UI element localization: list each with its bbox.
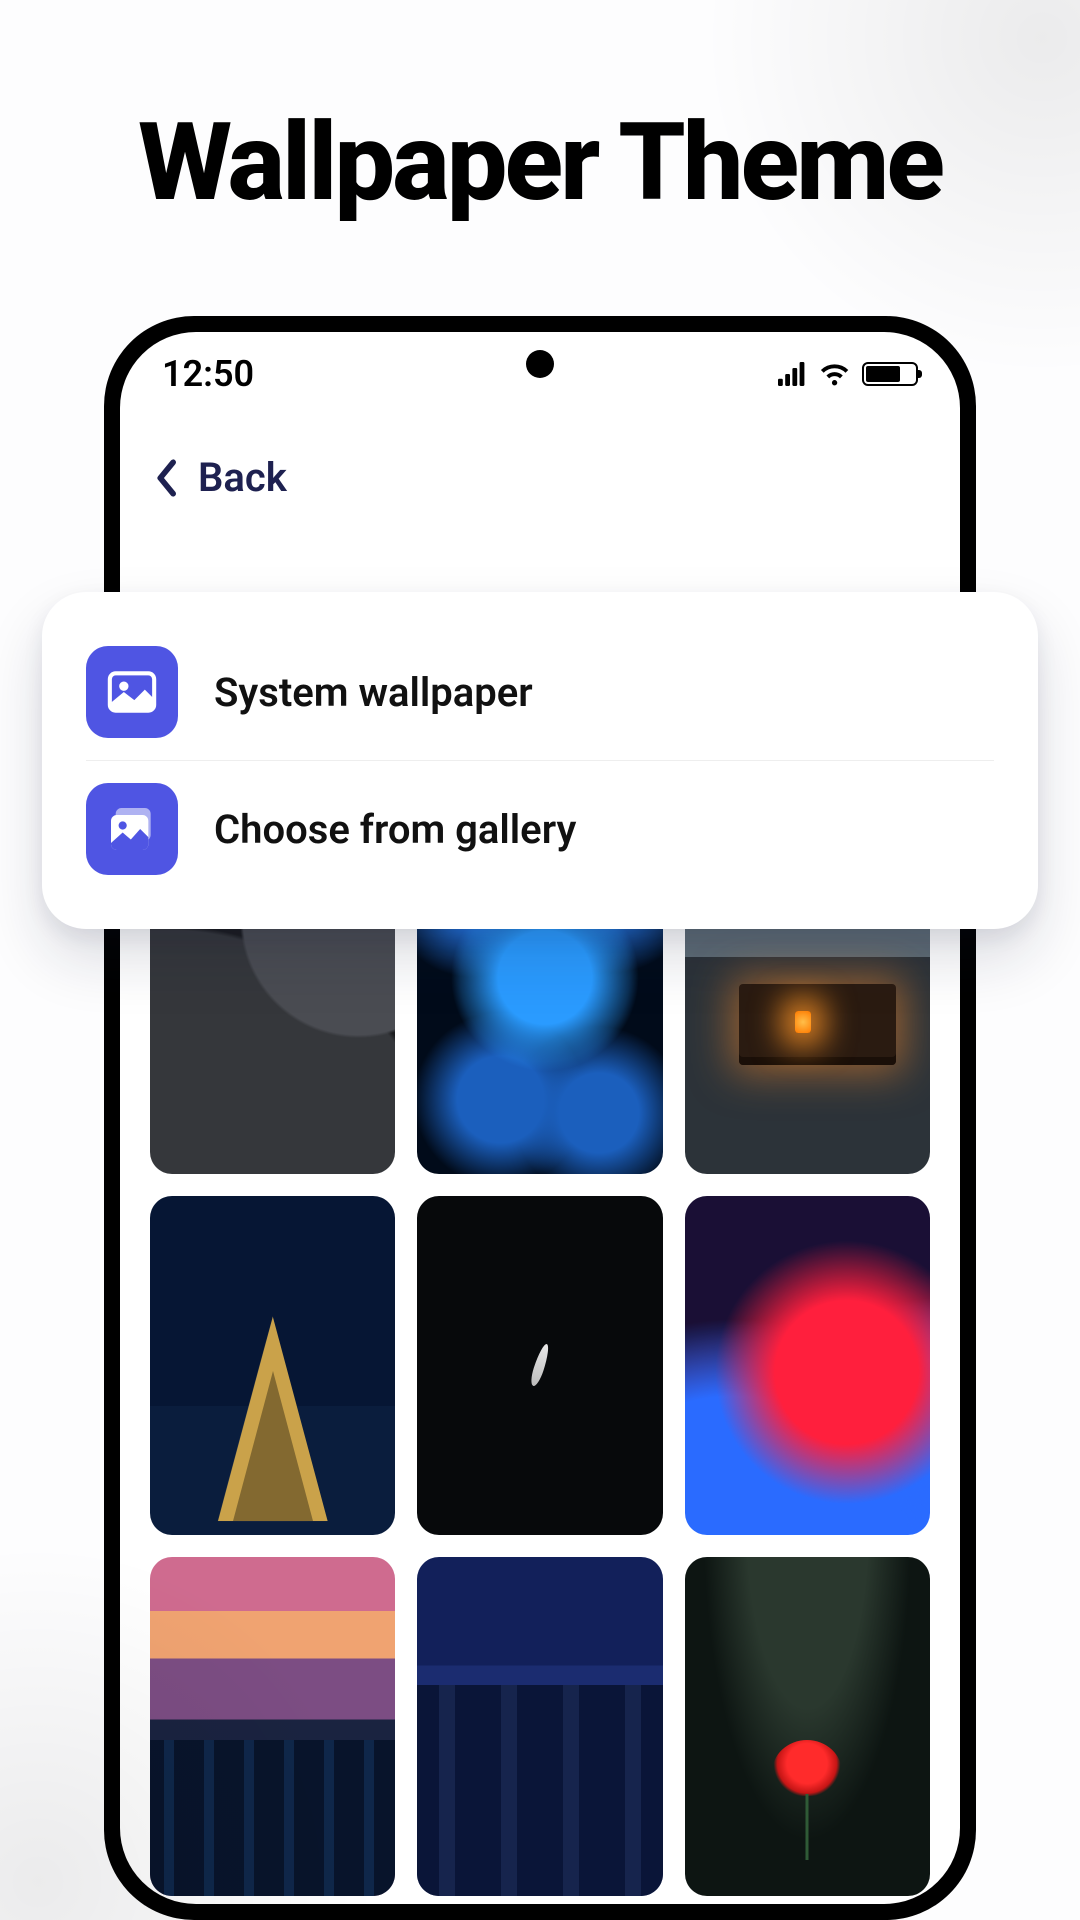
back-button[interactable]: Back [120,396,960,521]
cellular-icon [778,362,807,386]
back-label: Back [198,454,287,501]
wallpaper-thumb[interactable] [150,1557,395,1896]
choose-from-gallery-option[interactable]: Choose from gallery [86,760,994,897]
promo-title: Wallpaper Theme [0,100,1080,226]
wallpaper-thumb[interactable] [417,1557,662,1896]
chevron-left-icon [152,458,180,498]
phone-frame: 12:50 Back [104,316,976,1920]
wallpaper-thumb[interactable] [685,1557,930,1896]
gallery-icon [86,783,178,875]
phone-screen: 12:50 Back [120,332,960,1904]
wifi-icon [819,362,850,386]
status-icons [778,362,918,386]
picture-icon [86,646,178,738]
status-time: 12:50 [162,353,254,395]
system-wallpaper-label: System wallpaper [214,669,533,716]
wallpaper-source-card: System wallpaper Choose from gallery [42,592,1038,929]
wallpaper-thumb[interactable] [150,1196,395,1535]
system-wallpaper-option[interactable]: System wallpaper [86,624,994,760]
battery-icon [862,362,918,386]
camera-notch [526,350,554,378]
choose-from-gallery-label: Choose from gallery [214,806,576,853]
wallpaper-thumb[interactable] [417,1196,662,1535]
wallpaper-thumb[interactable] [685,1196,930,1535]
